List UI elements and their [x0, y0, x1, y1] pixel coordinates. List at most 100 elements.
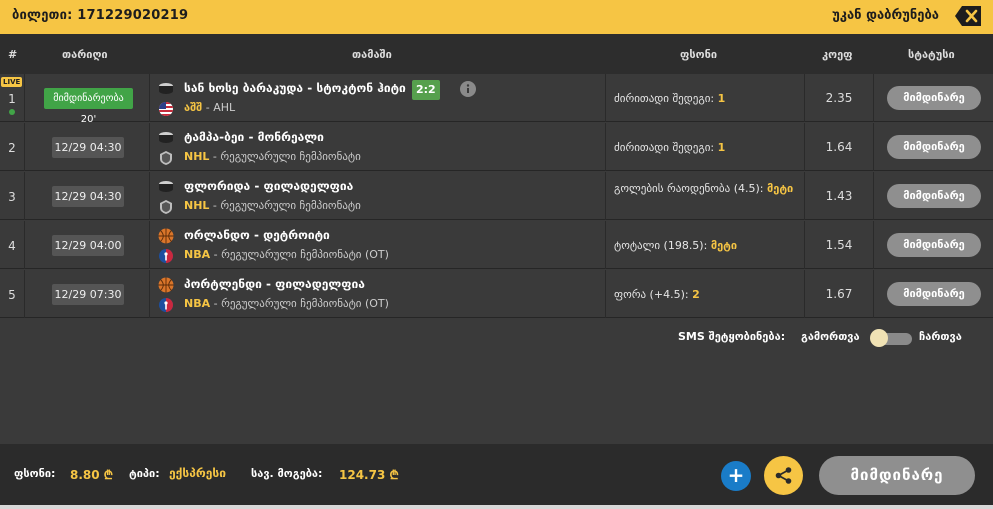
status-button[interactable]: მიმდინარე — [887, 86, 981, 110]
nba-logo-icon — [159, 298, 173, 312]
row-number: 3 — [8, 190, 16, 204]
status-button[interactable]: მიმდინარე — [887, 135, 981, 159]
info-icon[interactable] — [460, 81, 476, 97]
bottom-strip — [0, 505, 993, 509]
row-status-cell: მიმდინარე — [873, 74, 993, 122]
bet-pick: 1 — [717, 141, 726, 154]
live-score: 2:2 — [412, 80, 440, 100]
table-row: 5 12/29 07:30 პორტლენდი - ფილადელფია NBA… — [0, 270, 993, 318]
match-name: პორტლენდი - ფილადელფია — [184, 277, 365, 291]
row-bet-cell: ფორა (+4.5): 2 — [605, 270, 805, 318]
status-button[interactable]: მიმდინარე — [887, 184, 981, 208]
row-number: 4 — [8, 239, 16, 253]
ticket-footer: ფსონი: 8.80 ₾ ტიპი: ექსპრესი სავ. მოგება… — [0, 444, 993, 509]
bet-pick: მეტი — [767, 182, 794, 195]
row-status-cell: მიმდინარე — [873, 221, 993, 269]
close-x-icon[interactable] — [955, 5, 983, 27]
sms-off-label[interactable]: გამორთვა — [801, 330, 860, 343]
back-button[interactable]: უკან დაბრუნება — [832, 8, 939, 23]
bet-pick: 1 — [717, 92, 726, 105]
row-odds: 2.35 — [825, 91, 853, 105]
table-row: LIVE 1 მიმდინარეობა 20' სან ხოსე ბარაკუდ… — [0, 74, 993, 125]
row-date-cell: 12/29 04:30 — [24, 172, 150, 220]
row-status-cell: მიმდინარე — [873, 270, 993, 318]
league-label: NHL - რეგულარული ჩემპიონატი — [184, 150, 361, 163]
nhl-logo-icon — [159, 151, 173, 165]
league-label: აშშ - AHL — [184, 101, 235, 114]
league-name: - რეგულარული ჩემპიონატი — [209, 150, 361, 163]
league-name: - რეგულარული ჩემპიონატი — [209, 199, 361, 212]
status-button[interactable]: მიმდინარე — [887, 233, 981, 257]
ticket-number: ბილეთი: 171229020219 — [12, 8, 189, 23]
table-row: 4 12/29 04:00 ორლანდო - დეტროიტი NBA - რ… — [0, 221, 993, 269]
usa-flag-icon — [159, 102, 173, 116]
league-code: NHL — [184, 199, 210, 212]
row-date-cell: 12/29 04:00 — [24, 221, 150, 269]
league-code: NBA — [184, 248, 211, 261]
row-number: 5 — [8, 288, 16, 302]
table-row: 2 12/29 04:30 ტამპა-ბეი - მონრეალი NHL -… — [0, 123, 993, 171]
row-bet-cell: ძირითადი შედეგი: 1 — [605, 74, 805, 122]
potential-win-value: 124.73 ₾ — [339, 468, 399, 482]
league-name: - რეგულარული ჩემპიონატი (OT) — [210, 248, 389, 261]
table-row: 3 12/29 04:30 ფლორიდა - ფილადელფია NHL -… — [0, 172, 993, 220]
table-header: # თარიღი თამაში ფსონი კოეფ სტატუსი — [0, 34, 993, 74]
col-odds-header: კოეფ — [822, 48, 853, 61]
share-icon — [775, 467, 792, 484]
row-bet-cell: ტოტალი (198.5): მეტი — [605, 221, 805, 269]
match-name: სან ხოსე ბარაკუდა - სტოკტონ ჰიტი — [184, 81, 406, 95]
hockey-puck-icon — [158, 130, 174, 146]
match-time: 12/29 07:30 — [52, 284, 124, 305]
bet-type-value: ექსპრესი — [169, 466, 226, 480]
basketball-icon — [158, 228, 174, 244]
sms-label: SMS შეტყობინება: — [678, 330, 786, 343]
bet-market: ტოტალი (198.5): — [614, 239, 711, 252]
row-bet-cell: ძირითადი შედეგი: 1 — [605, 123, 805, 171]
league-label: NBA - რეგულარული ჩემპიონატი (OT) — [184, 297, 389, 310]
basketball-icon — [158, 277, 174, 293]
match-time: მიმდინარეობა 20' — [44, 88, 133, 125]
row-date-cell: 12/29 07:30 — [24, 270, 150, 318]
row-odds: 1.64 — [825, 140, 853, 154]
league-code: NHL — [184, 150, 210, 163]
bet-market: ძირითადი შედეგი: — [614, 141, 718, 154]
stake-label: ფსონი: — [14, 467, 56, 480]
bet-market: ძირითადი შედეგი: — [614, 92, 718, 105]
match-name: ფლორიდა - ფილადელფია — [184, 179, 354, 193]
league-name: - რეგულარული ჩემპიონატი (OT) — [210, 297, 389, 310]
top-bar: ბილეთი: 171229020219 უკან დაბრუნება — [0, 0, 993, 34]
toggle-knob — [870, 329, 888, 347]
live-badge: LIVE — [1, 77, 23, 87]
nba-logo-icon — [159, 249, 173, 263]
match-name: ორლანდო - დეტროიტი — [184, 228, 330, 242]
row-number: 1 — [8, 92, 16, 106]
row-bet-cell: გოლების რაოდენობა (4.5): მეტი — [605, 172, 805, 220]
row-date-cell: მიმდინარეობა 20' — [24, 74, 150, 125]
row-date-cell: 12/29 04:30 — [24, 123, 150, 171]
share-button[interactable] — [764, 456, 803, 495]
sms-toggle[interactable] — [870, 329, 912, 347]
row-num-cell: 4 — [0, 221, 24, 269]
col-status-header: სტატუსი — [908, 48, 955, 61]
status-button[interactable]: მიმდინარე — [887, 282, 981, 306]
row-num-cell: 2 — [0, 123, 24, 171]
row-odds: 1.43 — [825, 189, 853, 203]
row-odds: 1.67 — [825, 287, 853, 301]
row-status-cell: მიმდინარე — [873, 123, 993, 171]
add-button[interactable]: + — [721, 461, 751, 491]
league-label: NBA - რეგულარული ჩემპიონატი (OT) — [184, 248, 389, 261]
league-name: - AHL — [202, 101, 236, 114]
match-name: ტამპა-ბეი - მონრეალი — [184, 130, 324, 144]
bet-market: ფორა (+4.5): — [614, 288, 693, 301]
ticket-status-button[interactable]: მიმდინარე — [819, 456, 975, 495]
row-num-cell: LIVE 1 — [0, 74, 24, 122]
league-label: NHL - რეგულარული ჩემპიონატი — [184, 199, 361, 212]
col-match-header: თამაში — [352, 48, 392, 61]
hockey-puck-icon — [158, 81, 174, 97]
sms-on-label[interactable]: ჩართვა — [919, 330, 962, 343]
bet-pick: 2 — [692, 288, 700, 301]
row-num-cell: 5 — [0, 270, 24, 318]
league-code: NBA — [184, 297, 211, 310]
bet-pick: მეტი — [710, 239, 738, 252]
row-num-cell: 3 — [0, 172, 24, 220]
